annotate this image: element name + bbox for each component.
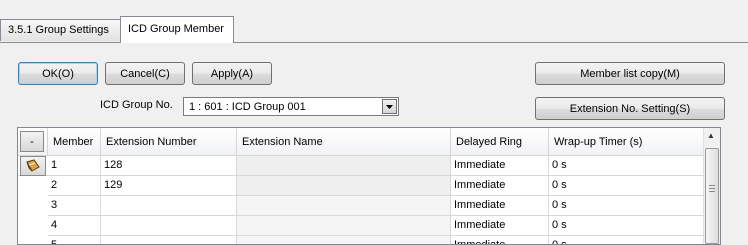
header-select-corner: -: [18, 128, 48, 156]
tab-divider: [0, 42, 748, 43]
cell-member: 5: [48, 236, 101, 244]
tab-icd-group-member[interactable]: ICD Group Member: [120, 16, 234, 43]
header-extension-number[interactable]: Extension Number: [101, 128, 237, 156]
cell-delayed-ring[interactable]: Immediate: [451, 236, 549, 244]
cell-member: 4: [48, 216, 101, 236]
row-selector: [18, 176, 48, 196]
apply-button-label: Apply(A): [210, 67, 254, 80]
cell-extension-number[interactable]: 128: [101, 156, 237, 176]
cancel-button-label: Cancel(C): [120, 67, 170, 80]
cell-extension-number[interactable]: [101, 196, 237, 216]
pencil-edit-icon: [26, 159, 40, 172]
cell-wrapup-timer[interactable]: 0 s: [549, 156, 705, 176]
cell-wrapup-timer[interactable]: 0 s: [549, 216, 705, 236]
header-delayed-ring[interactable]: Delayed Ring: [451, 128, 549, 156]
cell-wrapup-timer[interactable]: 0 s: [549, 176, 705, 196]
icd-group-select[interactable]: 1 : 601 : ICD Group 001: [183, 97, 399, 116]
header-extension-name[interactable]: Extension Name: [237, 128, 451, 156]
row-selector: [18, 196, 48, 216]
cell-extension-name: [237, 176, 451, 196]
select-all-label: -: [30, 135, 34, 148]
row-selector: [18, 236, 48, 244]
row-selector: [18, 216, 48, 236]
tab-group-settings[interactable]: 3.5.1 Group Settings: [0, 19, 121, 41]
tab-label: ICD Group Member: [128, 23, 224, 35]
scroll-up-arrow-icon[interactable]: ▲: [707, 131, 715, 140]
cell-wrapup-timer[interactable]: 0 s: [549, 236, 705, 244]
member-table: - Member Extension Number Extension Name…: [17, 127, 721, 245]
ok-button[interactable]: OK(O): [18, 62, 98, 85]
cell-extension-name: [237, 156, 451, 176]
cell-extension-number[interactable]: 129: [101, 176, 237, 196]
cell-extension-number[interactable]: [101, 236, 237, 244]
extension-no-setting-button[interactable]: Extension No. Setting(S): [535, 97, 725, 120]
header-member[interactable]: Member: [48, 128, 101, 156]
header-wrapup-timer[interactable]: Wrap-up Timer (s): [549, 128, 705, 156]
cell-extension-number[interactable]: [101, 216, 237, 236]
cell-member: 3: [48, 196, 101, 216]
cell-delayed-ring[interactable]: Immediate: [451, 176, 549, 196]
cell-delayed-ring[interactable]: Immediate: [451, 196, 549, 216]
icd-group-select-value: 1 : 601 : ICD Group 001: [189, 100, 306, 113]
apply-button[interactable]: Apply(A): [192, 62, 272, 85]
scrollbar-grip-icon: [709, 185, 715, 194]
tab-label: 3.5.1 Group Settings: [8, 24, 109, 36]
extension-no-setting-label: Extension No. Setting(S): [569, 102, 691, 115]
vertical-scrollbar[interactable]: ▲: [703, 128, 720, 244]
member-list-copy-button[interactable]: Member list copy(M): [535, 62, 725, 85]
icd-group-no-label: ICD Group No.: [100, 99, 173, 111]
cell-delayed-ring[interactable]: Immediate: [451, 216, 549, 236]
member-list-copy-label: Member list copy(M): [580, 67, 680, 80]
cancel-button[interactable]: Cancel(C): [105, 62, 185, 85]
cell-extension-name: [237, 216, 451, 236]
cell-member: 2: [48, 176, 101, 196]
cell-member: 1: [48, 156, 101, 176]
ok-button-label: OK(O): [42, 67, 74, 80]
select-all-button[interactable]: -: [20, 131, 44, 152]
scrollbar-thumb[interactable]: [705, 148, 719, 244]
row-selector: [18, 156, 48, 176]
cell-extension-name: [237, 236, 451, 244]
cell-wrapup-timer[interactable]: 0 s: [549, 196, 705, 216]
row-edit-button[interactable]: [20, 156, 46, 176]
cell-extension-name: [237, 196, 451, 216]
tab-bar: 3.5.1 Group Settings ICD Group Member: [0, 0, 748, 43]
dropdown-arrow-icon[interactable]: [382, 99, 397, 114]
cell-delayed-ring[interactable]: Immediate: [451, 156, 549, 176]
